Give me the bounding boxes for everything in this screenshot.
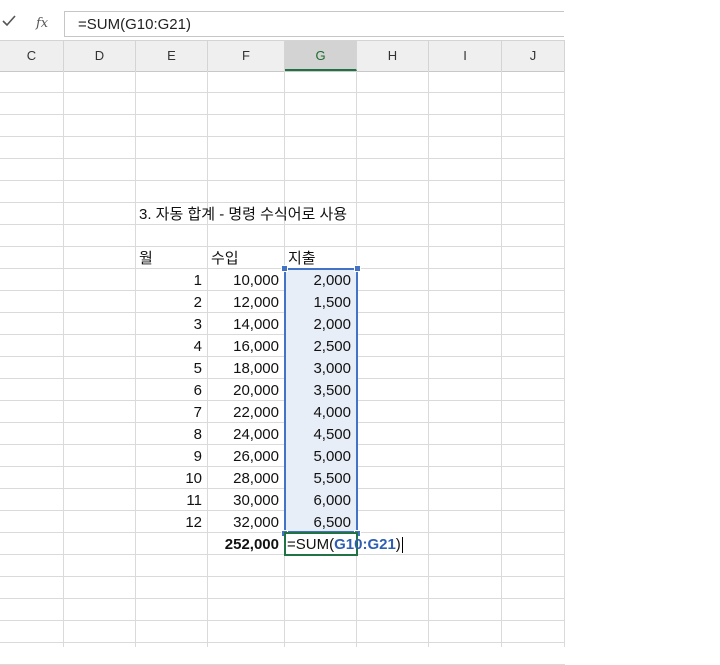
selection-range-border[interactable]: [284, 268, 358, 533]
sheet-title[interactable]: 3. 자동 합계 - 명령 수식어로 사용: [139, 204, 347, 225]
row-gridline: [0, 136, 565, 137]
month-cell[interactable]: 7: [136, 402, 202, 423]
active-cell-formula[interactable]: =SUM(G10:G21): [287, 534, 403, 555]
row-gridline: [0, 180, 565, 181]
month-cell[interactable]: 4: [136, 336, 202, 357]
row-gridline: [0, 114, 565, 115]
month-cell[interactable]: 11: [136, 490, 202, 511]
column-header-g[interactable]: G: [285, 41, 357, 71]
worksheet-grid[interactable]: 3. 자동 합계 - 명령 수식어로 사용 월 수입 지출 1 10,000 2,000 2 1…: [0, 71, 565, 665]
header-month[interactable]: 월: [139, 248, 153, 269]
formula-suffix: ): [395, 536, 401, 553]
row-gridline: [0, 598, 565, 599]
income-cell[interactable]: 24,000: [208, 424, 279, 445]
month-cell[interactable]: 1: [136, 270, 202, 291]
income-cell[interactable]: 30,000: [208, 490, 279, 511]
text-caret: [401, 537, 403, 554]
row-gridline: [0, 158, 565, 159]
month-cell[interactable]: 10: [136, 468, 202, 489]
row-gridline: [0, 290, 565, 291]
row-gridline: [0, 510, 565, 511]
formula-prefix: =SUM(: [287, 536, 335, 553]
income-cell[interactable]: 14,000: [208, 314, 279, 335]
column-header-d[interactable]: D: [64, 41, 136, 71]
month-cell[interactable]: 12: [136, 512, 202, 533]
row-gridline: [0, 246, 565, 247]
header-expense[interactable]: 지출: [288, 248, 316, 269]
column-header-e[interactable]: E: [136, 41, 208, 71]
formula-text[interactable]: =SUM(G10:G21): [78, 16, 191, 33]
formula-range-reference: G10:G21: [334, 536, 396, 553]
row-gridline: [0, 312, 565, 313]
row-gridline: [0, 642, 565, 643]
income-cell[interactable]: 16,000: [208, 336, 279, 357]
row-gridline: [0, 488, 565, 489]
enter-check-icon[interactable]: [2, 14, 16, 28]
column-header-i[interactable]: I: [429, 41, 502, 71]
income-cell[interactable]: 26,000: [208, 446, 279, 467]
column-header-row: CDEFGHIJ: [0, 41, 565, 72]
month-cell[interactable]: 2: [136, 292, 202, 313]
selection-handle[interactable]: [281, 265, 288, 272]
selection-handle[interactable]: [354, 265, 361, 272]
column-header-j[interactable]: J: [502, 41, 565, 71]
row-gridline: [0, 334, 565, 335]
income-cell[interactable]: 22,000: [208, 402, 279, 423]
insert-function-icon[interactable]: fx: [36, 16, 48, 31]
row-gridline: [0, 400, 565, 401]
income-cell[interactable]: 12,000: [208, 292, 279, 313]
month-cell[interactable]: 8: [136, 424, 202, 445]
column-header-f[interactable]: F: [208, 41, 285, 71]
income-cell[interactable]: 18,000: [208, 358, 279, 379]
row-gridline: [0, 378, 565, 379]
row-gridline: [0, 576, 565, 577]
column-header-c[interactable]: C: [0, 41, 64, 71]
header-income[interactable]: 수입: [211, 248, 239, 269]
row-gridline: [0, 202, 565, 203]
column-header-h[interactable]: H: [357, 41, 429, 71]
income-cell[interactable]: 32,000: [208, 512, 279, 533]
month-cell[interactable]: 6: [136, 380, 202, 401]
row-gridline: [0, 466, 565, 467]
row-gridline: [0, 92, 565, 93]
row-gridline: [0, 554, 565, 555]
income-cell[interactable]: 20,000: [208, 380, 279, 401]
income-cell[interactable]: 28,000: [208, 468, 279, 489]
month-cell[interactable]: 5: [136, 358, 202, 379]
row-gridline: [0, 356, 565, 357]
month-cell[interactable]: 3: [136, 314, 202, 335]
row-gridline: [0, 620, 565, 621]
formula-bar: fx =SUM(G10:G21): [0, 0, 565, 41]
income-cell[interactable]: 10,000: [208, 270, 279, 291]
income-total-cell[interactable]: 252,000: [208, 534, 279, 555]
month-cell[interactable]: 9: [136, 446, 202, 467]
row-gridline: [0, 422, 565, 423]
row-gridline: [0, 444, 565, 445]
